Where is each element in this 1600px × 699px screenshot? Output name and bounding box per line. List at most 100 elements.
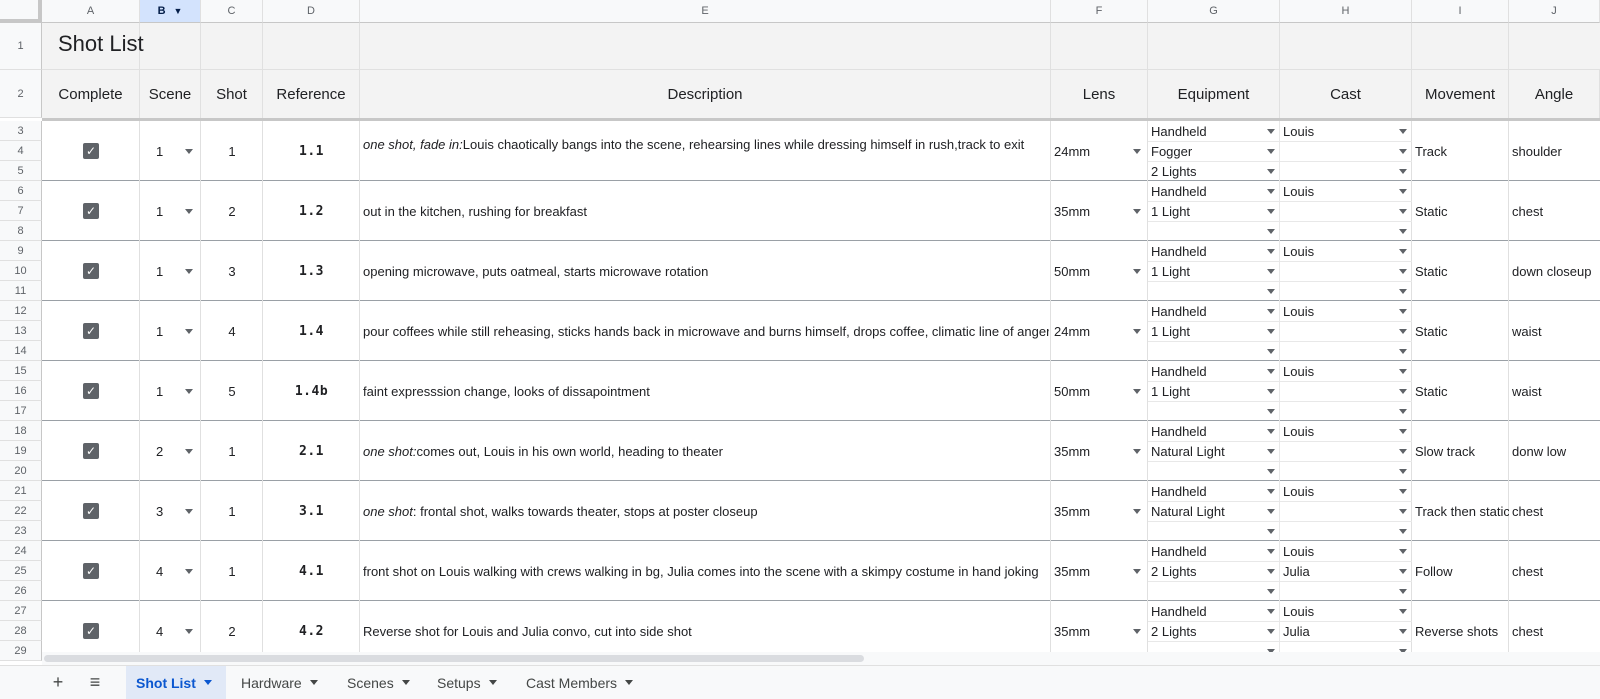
chevron-down-icon[interactable] (1399, 429, 1407, 434)
header-equipment[interactable]: Equipment (1148, 70, 1280, 118)
reference-link[interactable]: 1.1 (263, 121, 360, 181)
chevron-down-icon[interactable] (1399, 509, 1407, 514)
cast-dropdown[interactable]: Louis (1280, 241, 1412, 261)
checkbox-checked-icon[interactable]: ✓ (83, 263, 99, 279)
checkbox-checked-icon[interactable]: ✓ (83, 443, 99, 459)
cast-dropdown[interactable] (1280, 341, 1412, 361)
chevron-down-icon[interactable] (1399, 569, 1407, 574)
row-header-5[interactable]: 5 (0, 161, 42, 181)
shot-number[interactable]: 5 (201, 361, 263, 421)
movement-cell[interactable]: Slow track (1415, 421, 1509, 481)
lens-dropdown[interactable]: 35mm (1051, 481, 1148, 541)
cast-dropdown[interactable]: Louis (1280, 481, 1412, 501)
complete-checkbox-cell[interactable]: ✓ (42, 301, 140, 361)
sheet-tab-scenes[interactable]: Scenes (337, 666, 420, 699)
equipment-dropdown[interactable]: Handheld (1148, 301, 1280, 321)
chevron-down-icon[interactable] (1267, 509, 1275, 514)
chevron-down-icon[interactable] (1267, 309, 1275, 314)
chevron-down-icon[interactable] (1267, 269, 1275, 274)
cast-dropdown[interactable] (1280, 321, 1412, 341)
equipment-dropdown[interactable]: Natural Light (1148, 441, 1280, 461)
chevron-down-icon[interactable] (1399, 289, 1407, 294)
row-header-16[interactable]: 16 (0, 381, 42, 401)
chevron-down-icon[interactable] (1399, 309, 1407, 314)
cast-dropdown[interactable]: Julia (1280, 561, 1412, 581)
row-header-28[interactable]: 28 (0, 621, 42, 641)
chevron-down-icon[interactable] (1267, 449, 1275, 454)
scene-dropdown[interactable]: 2 (140, 421, 201, 481)
column-header-e[interactable]: E (360, 0, 1051, 23)
row-header-15[interactable]: 15 (0, 361, 42, 381)
chevron-down-icon[interactable] (1267, 549, 1275, 554)
complete-checkbox-cell[interactable]: ✓ (42, 181, 140, 241)
reference-link[interactable]: 1.2 (263, 181, 360, 241)
shot-number[interactable]: 1 (201, 121, 263, 181)
shot-number[interactable]: 1 (201, 421, 263, 481)
chevron-down-icon[interactable] (1399, 529, 1407, 534)
row-header-7[interactable]: 7 (0, 201, 42, 221)
cast-dropdown[interactable] (1280, 161, 1412, 181)
chevron-down-icon[interactable] (1267, 529, 1275, 534)
header-movement[interactable]: Movement (1412, 70, 1509, 118)
chevron-down-icon[interactable] (185, 569, 193, 574)
chevron-down-icon[interactable] (1267, 229, 1275, 234)
chevron-down-icon[interactable] (1399, 189, 1407, 194)
column-header-g[interactable]: G (1148, 0, 1280, 23)
chevron-down-icon[interactable] (1399, 369, 1407, 374)
chevron-down-icon[interactable] (1399, 449, 1407, 454)
row-header-11[interactable]: 11 (0, 281, 42, 301)
chevron-down-icon[interactable] (1267, 489, 1275, 494)
movement-cell[interactable]: Static (1415, 181, 1509, 241)
chevron-down-icon[interactable] (1267, 329, 1275, 334)
angle-cell[interactable]: chest (1512, 541, 1600, 601)
description-cell[interactable]: one shot: frontal shot, walks towards th… (363, 481, 1049, 541)
shot-number[interactable]: 1 (201, 541, 263, 601)
chevron-down-icon[interactable] (1399, 149, 1407, 154)
description-cell[interactable]: out in the kitchen, rushing for breakfas… (363, 181, 1049, 241)
movement-cell[interactable]: Follow (1415, 541, 1509, 601)
chevron-down-icon[interactable] (1267, 629, 1275, 634)
row-header-13[interactable]: 13 (0, 321, 42, 341)
complete-checkbox-cell[interactable]: ✓ (42, 421, 140, 481)
equipment-dropdown[interactable] (1148, 581, 1280, 601)
equipment-dropdown[interactable] (1148, 461, 1280, 481)
reference-link[interactable]: 1.4b (263, 361, 360, 421)
equipment-dropdown[interactable] (1148, 221, 1280, 241)
lens-dropdown[interactable]: 50mm (1051, 241, 1148, 301)
sheet-tab-hardware[interactable]: Hardware (231, 666, 328, 699)
chevron-down-icon[interactable] (185, 509, 193, 514)
cast-dropdown[interactable] (1280, 581, 1412, 601)
description-cell[interactable]: faint expresssion change, looks of dissa… (363, 361, 1049, 421)
reference-link[interactable]: 1.4 (263, 301, 360, 361)
header-reference[interactable]: Reference (263, 70, 360, 118)
row-header-25[interactable]: 25 (0, 561, 42, 581)
cast-dropdown[interactable]: Louis (1280, 301, 1412, 321)
cast-dropdown[interactable] (1280, 521, 1412, 541)
angle-cell[interactable]: chest (1512, 481, 1600, 541)
description-cell[interactable]: one shot, fade in: Louis chaotically ban… (363, 129, 1049, 159)
equipment-dropdown[interactable]: Handheld (1148, 421, 1280, 441)
equipment-dropdown[interactable]: 1 Light (1148, 261, 1280, 281)
sheet-tab-shot-list[interactable]: Shot List (126, 666, 226, 699)
header-lens[interactable]: Lens (1051, 70, 1148, 118)
row-header-20[interactable]: 20 (0, 461, 42, 481)
row-header-18[interactable]: 18 (0, 421, 42, 441)
row-header-27[interactable]: 27 (0, 601, 42, 621)
angle-cell[interactable]: chest (1512, 181, 1600, 241)
lens-dropdown[interactable]: 24mm (1051, 121, 1148, 181)
cast-dropdown[interactable]: Louis (1280, 361, 1412, 381)
chevron-down-icon[interactable] (1267, 609, 1275, 614)
equipment-dropdown[interactable]: Handheld (1148, 121, 1280, 141)
header-angle[interactable]: Angle (1509, 70, 1600, 118)
row-header-23[interactable]: 23 (0, 521, 42, 541)
row-header-17[interactable]: 17 (0, 401, 42, 421)
row-header-26[interactable]: 26 (0, 581, 42, 601)
chevron-down-icon[interactable] (1399, 409, 1407, 414)
equipment-dropdown[interactable]: Fogger (1148, 141, 1280, 161)
chevron-down-icon[interactable] (1399, 329, 1407, 334)
column-header-j[interactable]: J (1509, 0, 1600, 23)
chevron-down-icon[interactable] (185, 449, 193, 454)
chevron-down-icon[interactable] (1399, 609, 1407, 614)
row-header-29[interactable]: 29 (0, 641, 42, 661)
column-header-a[interactable]: A (42, 0, 140, 23)
